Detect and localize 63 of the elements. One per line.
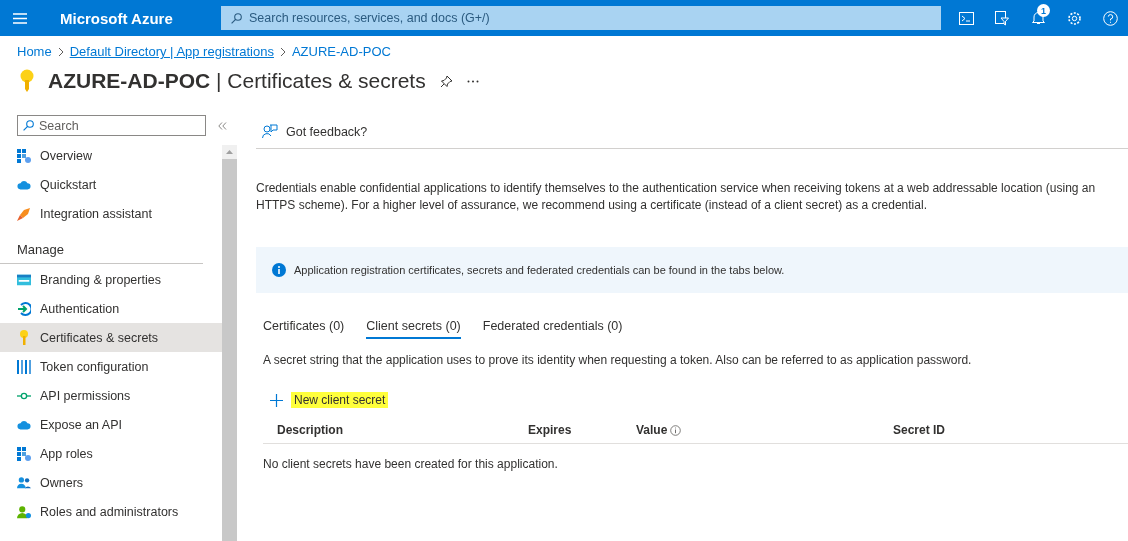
- scroll-up-icon[interactable]: [226, 150, 233, 154]
- tab[interactable]: Client secrets (0): [366, 315, 461, 339]
- key-icon: [19, 330, 29, 345]
- cloud-icon: [17, 178, 31, 191]
- nav-item[interactable]: Owners: [0, 468, 222, 497]
- info-icon: [272, 263, 286, 277]
- page-title: AZURE-AD-POC | Certificates & secrets: [48, 69, 426, 93]
- nav-item[interactable]: Integration assistant: [0, 199, 222, 228]
- collapse-icon[interactable]: [218, 121, 227, 130]
- nav-item[interactable]: Authentication: [0, 294, 222, 323]
- breadcrumb-link[interactable]: AZURE-AD-POC: [291, 44, 391, 59]
- cloud-icon: [17, 418, 31, 431]
- feedback-link[interactable]: Got feedback?: [286, 124, 368, 139]
- settings-icon[interactable]: [1066, 10, 1082, 26]
- search-icon: [231, 12, 242, 24]
- search-field[interactable]: Search: [17, 115, 206, 136]
- section-heading: Manage: [0, 228, 203, 264]
- card-icon: [17, 273, 31, 286]
- nav-item[interactable]: Overview: [0, 141, 222, 170]
- nav-item[interactable]: Expose an API: [0, 410, 222, 439]
- nav-item[interactable]: Token configuration: [0, 352, 222, 381]
- nav-item[interactable]: App roles: [0, 439, 222, 468]
- nav-item[interactable]: API permissions: [0, 381, 222, 410]
- nav-item[interactable]: Certificates & secrets: [0, 323, 222, 352]
- info-icon: [670, 424, 682, 436]
- app-brand[interactable]: Microsoft Azure: [60, 9, 221, 27]
- filter-icon[interactable]: [995, 10, 1009, 26]
- column-header: Secret ID: [893, 423, 946, 437]
- nav-item[interactable]: Roles and administrators: [0, 497, 222, 526]
- grid-icon: [17, 446, 31, 461]
- column-header: Expires: [528, 423, 572, 437]
- tab[interactable]: Federated credentials (0): [482, 315, 623, 339]
- tab[interactable]: Certificates (0): [263, 315, 345, 339]
- column-header: Description: [277, 423, 343, 437]
- person-icon: [17, 504, 31, 519]
- bars-icon: [17, 359, 31, 374]
- help-icon[interactable]: [1102, 10, 1118, 26]
- nav-item[interactable]: Quickstart: [0, 170, 222, 199]
- tab-description: A secret string that the application uses to prove its identity when requesting a token. Also can be referred to as application password.: [262, 353, 973, 367]
- breadcrumb-link[interactable]: Default Directory | App registrations: [69, 44, 274, 59]
- key-icon: [20, 69, 34, 93]
- terminal-icon[interactable]: [958, 11, 974, 25]
- feedback-icon: [262, 124, 278, 139]
- pin-icon[interactable]: [439, 74, 453, 88]
- info-text: Application registration certificates, secrets and federated credentials can be found in the tabs below.: [294, 264, 785, 276]
- sign-in-icon: [17, 301, 31, 316]
- rocket-icon: [17, 206, 31, 221]
- connector-icon: [17, 390, 31, 401]
- more-icon[interactable]: [466, 79, 479, 83]
- search-field[interactable]: Search resources, services, and docs (G+/): [221, 6, 941, 30]
- description-text: Credentials enable confidential applications to identify themselves to the authentication service when receiving tokens at a web addressable location (using an HTTPS scheme). For a higher level of assurance, we recommend using a certificate (instead of a client secret) as a credential.: [256, 180, 1097, 214]
- chevron-icon: [279, 46, 286, 57]
- empty-message: No client secrets have been created for this application.: [263, 457, 559, 471]
- grid-icon: [17, 148, 31, 163]
- people-icon: [17, 476, 31, 489]
- menu-icon[interactable]: [13, 12, 27, 24]
- column-header: Value: [636, 423, 668, 437]
- notification-badge: 1: [1037, 4, 1050, 17]
- nav-item[interactable]: Branding & properties: [0, 265, 222, 294]
- breadcrumb-link[interactable]: Home: [17, 44, 52, 59]
- search-icon: [23, 120, 34, 131]
- plus-icon: [270, 393, 283, 407]
- chevron-icon: [57, 46, 64, 57]
